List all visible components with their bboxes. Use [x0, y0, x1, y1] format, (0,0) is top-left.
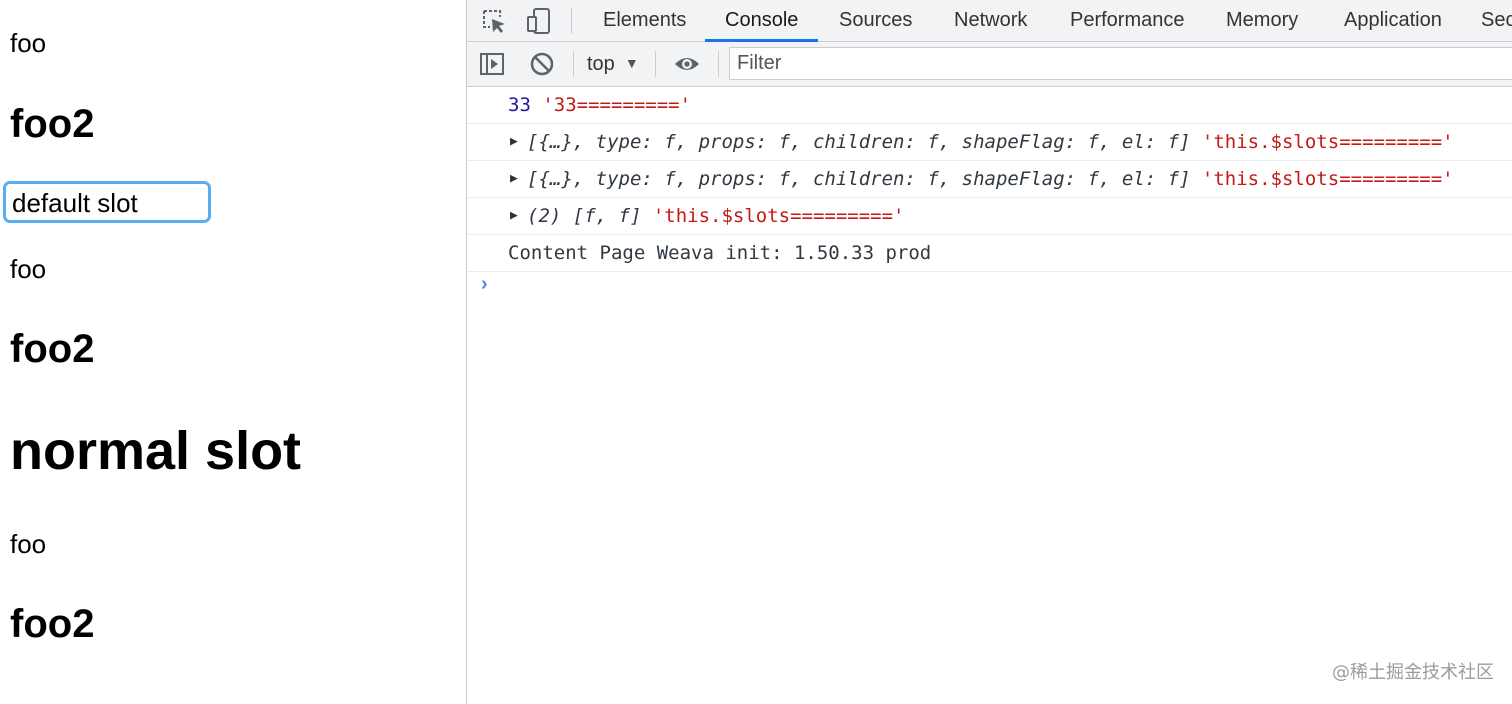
normal-slot-heading: normal slot	[10, 421, 302, 481]
console-message-row[interactable]: ▶ (2) [f, f] 'this.$slots========='	[467, 198, 1512, 235]
console-filter-input[interactable]	[729, 47, 1512, 80]
console-message-row[interactable]: ▶ [{…}, type: f, props: f, children: f, …	[467, 161, 1512, 198]
console-prompt-icon[interactable]: ›	[481, 273, 488, 296]
log-string: '33========='	[542, 94, 692, 116]
tabbar-separator	[571, 8, 572, 34]
tab-security[interactable]: Sec	[1481, 0, 1512, 41]
foo2-heading: foo2	[10, 102, 95, 146]
foo-text: foo	[10, 254, 47, 284]
log-string: 'this.$slots========='	[1201, 168, 1454, 190]
tab-memory[interactable]: Memory	[1226, 0, 1298, 41]
live-expression-eye-icon[interactable]	[672, 49, 702, 79]
console-message-row: 33 '33========='	[467, 87, 1512, 124]
context-selector[interactable]: top ▼	[587, 51, 639, 77]
toolbar-separator	[718, 51, 719, 77]
log-array[interactable]: (2) [f, f]	[527, 205, 641, 227]
watermark: @稀土掘金技术社区	[1332, 662, 1494, 683]
expand-triangle-icon[interactable]: ▶	[510, 198, 518, 234]
tab-sources[interactable]: Sources	[839, 0, 912, 41]
console-message-row[interactable]: ▶ [{…}, type: f, props: f, children: f, …	[467, 124, 1512, 161]
default-slot-text: default slot	[12, 188, 138, 218]
show-sidebar-icon[interactable]	[477, 49, 507, 79]
tab-performance[interactable]: Performance	[1070, 0, 1185, 41]
devtools-tabbar: Elements Console Sources Network Perform…	[467, 0, 1512, 42]
log-text: Content Page Weava init: 1.50.33 prod	[508, 242, 932, 264]
tab-network[interactable]: Network	[954, 0, 1027, 41]
foo-text: foo	[10, 529, 47, 559]
inspect-element-icon[interactable]	[479, 6, 509, 36]
log-string: 'this.$slots========='	[1201, 131, 1454, 153]
expand-triangle-icon[interactable]: ▶	[510, 124, 518, 160]
dropdown-arrow-icon: ▼	[624, 55, 639, 71]
toolbar-separator	[573, 51, 574, 77]
console-output: 33 '33=========' ▶ [{…}, type: f, props:…	[467, 87, 1512, 272]
clear-console-icon[interactable]	[527, 49, 557, 79]
console-toolbar: top ▼	[467, 42, 1512, 87]
devtools-panel: Elements Console Sources Network Perform…	[467, 0, 1512, 704]
foo2-heading: foo2	[10, 602, 95, 646]
context-selector-label: top	[587, 53, 615, 75]
foo-text: foo	[10, 28, 47, 58]
expand-triangle-icon[interactable]: ▶	[510, 161, 518, 197]
log-number: 33	[508, 94, 531, 116]
rendered-page: foo foo2 default slot foo foo2 normal sl…	[0, 0, 466, 704]
log-object[interactable]: [{…}, type: f, props: f, children: f, sh…	[527, 168, 1190, 190]
toolbar-separator	[655, 51, 656, 77]
foo2-heading: foo2	[10, 327, 95, 371]
log-object[interactable]: [{…}, type: f, props: f, children: f, sh…	[527, 131, 1190, 153]
console-message-row: Content Page Weava init: 1.50.33 prod	[467, 235, 1512, 272]
device-toolbar-icon[interactable]	[524, 6, 554, 36]
tab-elements[interactable]: Elements	[603, 0, 686, 41]
tab-application[interactable]: Application	[1344, 0, 1442, 41]
tab-console[interactable]: Console	[704, 0, 819, 42]
log-string: 'this.$slots========='	[652, 205, 905, 227]
default-slot-input[interactable]: default slot	[3, 181, 211, 223]
